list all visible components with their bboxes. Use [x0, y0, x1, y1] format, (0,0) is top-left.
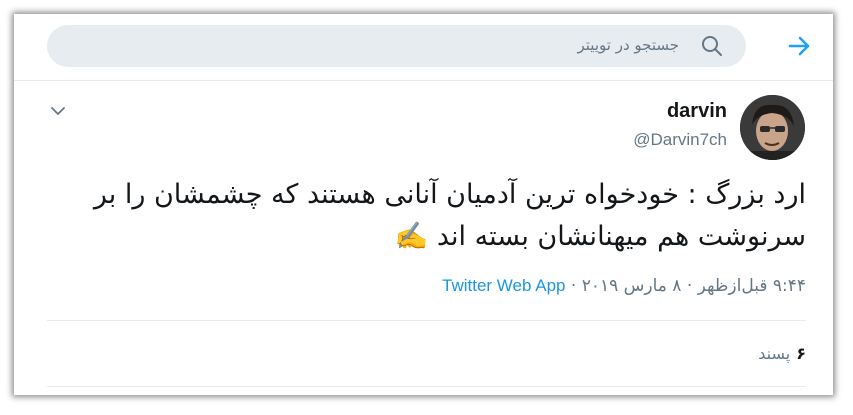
search-icon [701, 35, 723, 57]
tweet-time[interactable]: ۹:۴۴ قبل‌ازظهر [698, 276, 806, 296]
tweet-window: جستجو در توییتر darvin @Darvin7ch ارد بز… [14, 14, 833, 395]
tweet-source-link[interactable]: Twitter Web App [442, 276, 565, 295]
author-name[interactable]: darvin [667, 100, 727, 123]
top-bar: جستجو در توییتر [14, 14, 833, 81]
search-box[interactable]: جستجو در توییتر [47, 25, 746, 67]
meta-separator: · [686, 276, 693, 296]
meta-separator: · [570, 276, 577, 296]
likes-count: ۶ [796, 344, 806, 363]
arrow-right-icon[interactable] [787, 34, 811, 58]
tweet-date[interactable]: ۸ مارس ۲۰۱۹ [582, 276, 682, 296]
divider [47, 320, 806, 321]
tweet-meta: ۹:۴۴ قبل‌ازظهر · ۸ مارس ۲۰۱۹ · Twitter W… [442, 276, 806, 296]
tweet-text: ارد بزرگ : خودخواه ترین آدمیان آنانی هست… [93, 179, 806, 252]
divider [47, 386, 806, 387]
chevron-down-icon[interactable] [50, 102, 66, 115]
likes-label: پسند [758, 344, 791, 363]
search-input[interactable]: جستجو در توییتر [578, 36, 680, 54]
avatar[interactable] [740, 95, 805, 160]
likes-link[interactable]: ۶ پسند [758, 344, 806, 363]
author-handle[interactable]: @Darvin7ch [633, 130, 727, 150]
